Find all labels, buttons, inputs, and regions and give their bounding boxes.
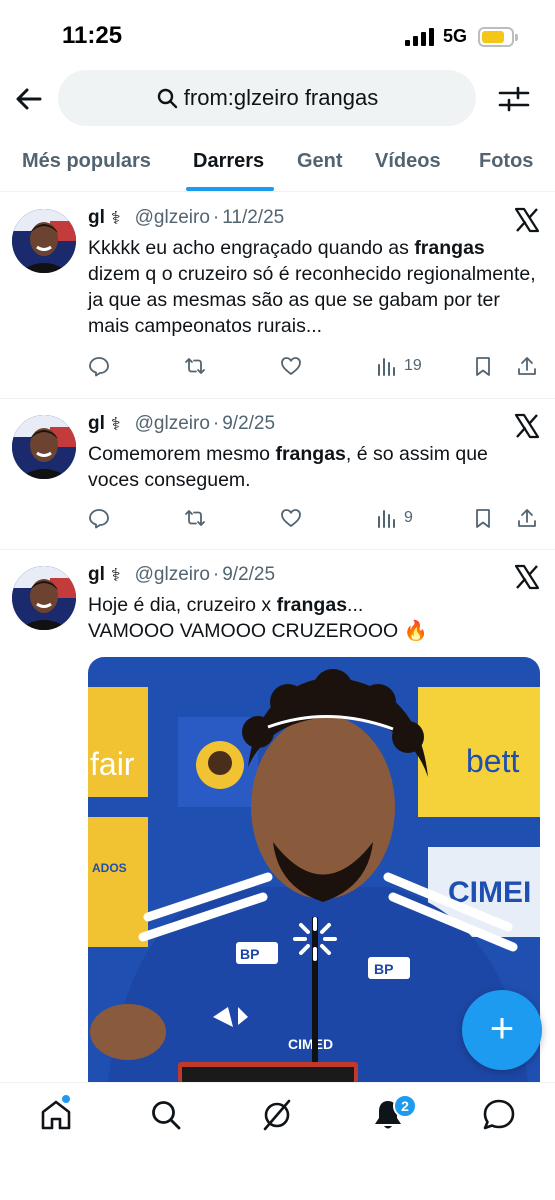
board-text: ADOS bbox=[92, 861, 127, 875]
search-nav-icon[interactable] bbox=[148, 1097, 184, 1133]
tweet[interactable]: gl ⚕ @glzeiro · 9/2/25 Comemorem mesmo f… bbox=[0, 399, 555, 550]
bottom-navigation: 2 bbox=[0, 1082, 555, 1200]
reply-button[interactable] bbox=[88, 505, 110, 531]
caduceus-icon: ⚕ bbox=[110, 413, 121, 434]
repost-button[interactable] bbox=[184, 505, 206, 531]
messages-icon[interactable] bbox=[481, 1097, 517, 1133]
bookmark-icon bbox=[476, 509, 490, 528]
views-button[interactable]: 19 bbox=[376, 353, 422, 379]
tweet-actions: 9 bbox=[88, 505, 544, 535]
search-input[interactable]: from:glzeiro frangas bbox=[58, 70, 476, 126]
battery-icon bbox=[478, 27, 518, 47]
avatar[interactable] bbox=[12, 209, 76, 273]
views-button[interactable]: 9 bbox=[376, 505, 413, 531]
sponsor-text-left: fair bbox=[90, 746, 135, 782]
status-time: 11:25 bbox=[62, 22, 123, 49]
tweet-date[interactable]: 9/2/25 bbox=[222, 564, 275, 586]
shirt-badge-left: BP bbox=[240, 946, 259, 962]
caduceus-icon: ⚕ bbox=[110, 207, 121, 228]
reply-icon bbox=[89, 357, 109, 377]
network-type: 5G bbox=[443, 26, 468, 46]
tweet-text: Hoje é dia, cruzeiro x frangas... VAMOOO… bbox=[88, 594, 428, 642]
tweet-text-line2: VAMOOO VAMOOO CRUZEROOO 🔥 bbox=[88, 620, 428, 642]
views-icon bbox=[378, 358, 395, 376]
like-button[interactable] bbox=[280, 353, 302, 379]
search-tabs: Més populars Darrers Gent Vídeos Fotos bbox=[0, 140, 555, 192]
x-logo-icon bbox=[514, 207, 540, 233]
views-count: 9 bbox=[404, 509, 413, 526]
bookmark-button[interactable] bbox=[472, 353, 494, 379]
author-handle[interactable]: @glzeiro bbox=[135, 564, 210, 586]
author-handle[interactable]: @glzeiro bbox=[135, 413, 210, 435]
avatar[interactable] bbox=[12, 566, 76, 630]
heart-icon bbox=[281, 357, 301, 375]
compose-post-button[interactable]: + bbox=[462, 990, 542, 1070]
search-header: from:glzeiro frangas bbox=[0, 70, 555, 130]
shirt-badge-right: BP bbox=[374, 961, 393, 977]
author-name[interactable]: gl bbox=[88, 564, 105, 586]
tab-photos[interactable]: Fotos bbox=[479, 150, 533, 173]
x-logo-icon bbox=[514, 413, 540, 439]
tweet-date[interactable]: 11/2/25 bbox=[222, 207, 284, 229]
tweet-text: Kkkkk eu acho engraçado quando as franga… bbox=[88, 237, 536, 337]
like-button[interactable] bbox=[280, 505, 302, 531]
signal-strength-icon bbox=[405, 28, 435, 46]
highlighted-term: frangas bbox=[275, 443, 346, 465]
notifications-badge: 2 bbox=[393, 1094, 417, 1118]
share-icon bbox=[518, 509, 536, 527]
tweet-actions: 19 bbox=[88, 353, 544, 383]
heart-icon bbox=[281, 509, 301, 527]
tweet-text: Comemorem mesmo frangas, é so assim que … bbox=[88, 443, 488, 491]
views-icon bbox=[378, 510, 395, 528]
repost-icon bbox=[185, 510, 205, 526]
tweet-header: gl ⚕ @glzeiro · 11/2/25 bbox=[88, 207, 285, 229]
tab-latest[interactable]: Darrers bbox=[193, 150, 264, 173]
plus-icon: + bbox=[489, 1004, 515, 1051]
tweet[interactable]: gl ⚕ @glzeiro · 11/2/25 Kkkkk eu acho en… bbox=[0, 193, 555, 399]
repost-button[interactable] bbox=[184, 353, 206, 379]
home-icon[interactable] bbox=[38, 1097, 74, 1133]
reply-button[interactable] bbox=[88, 353, 110, 379]
share-button[interactable] bbox=[516, 505, 538, 531]
status-bar: 11:25 5G bbox=[0, 0, 555, 70]
shirt-sponsor: CIMED bbox=[288, 1036, 333, 1052]
reply-icon bbox=[89, 509, 109, 529]
author-handle[interactable]: @glzeiro bbox=[135, 207, 210, 229]
active-tab-indicator bbox=[186, 187, 274, 191]
tab-videos[interactable]: Vídeos bbox=[375, 150, 441, 173]
search-filters-icon[interactable] bbox=[498, 84, 530, 114]
home-unread-dot bbox=[62, 1095, 70, 1103]
highlighted-term: frangas bbox=[414, 237, 485, 259]
grok-icon[interactable] bbox=[259, 1097, 295, 1133]
tweet-date[interactable]: 9/2/25 bbox=[222, 413, 275, 435]
tweet-header: gl ⚕ @glzeiro · 9/2/25 bbox=[88, 413, 276, 435]
tweet-header: gl ⚕ @glzeiro · 9/2/25 bbox=[88, 564, 276, 586]
views-count: 19 bbox=[404, 357, 422, 374]
search-icon bbox=[157, 88, 177, 109]
repost-icon bbox=[185, 358, 205, 374]
author-name[interactable]: gl bbox=[88, 413, 105, 435]
highlighted-term: frangas bbox=[276, 594, 348, 616]
share-icon bbox=[518, 357, 536, 375]
tab-people[interactable]: Gent bbox=[297, 150, 343, 173]
caduceus-icon: ⚕ bbox=[110, 564, 121, 585]
tab-top[interactable]: Més populars bbox=[22, 150, 151, 173]
bookmark-button[interactable] bbox=[472, 505, 494, 531]
search-query: from:glzeiro frangas bbox=[183, 85, 379, 110]
share-button[interactable] bbox=[516, 353, 538, 379]
sponsor-text-right: bett bbox=[466, 743, 519, 779]
avatar[interactable] bbox=[12, 415, 76, 479]
author-name[interactable]: gl bbox=[88, 207, 105, 229]
back-arrow-icon[interactable] bbox=[12, 82, 46, 116]
x-logo-icon bbox=[514, 564, 540, 590]
bookmark-icon bbox=[476, 357, 490, 376]
